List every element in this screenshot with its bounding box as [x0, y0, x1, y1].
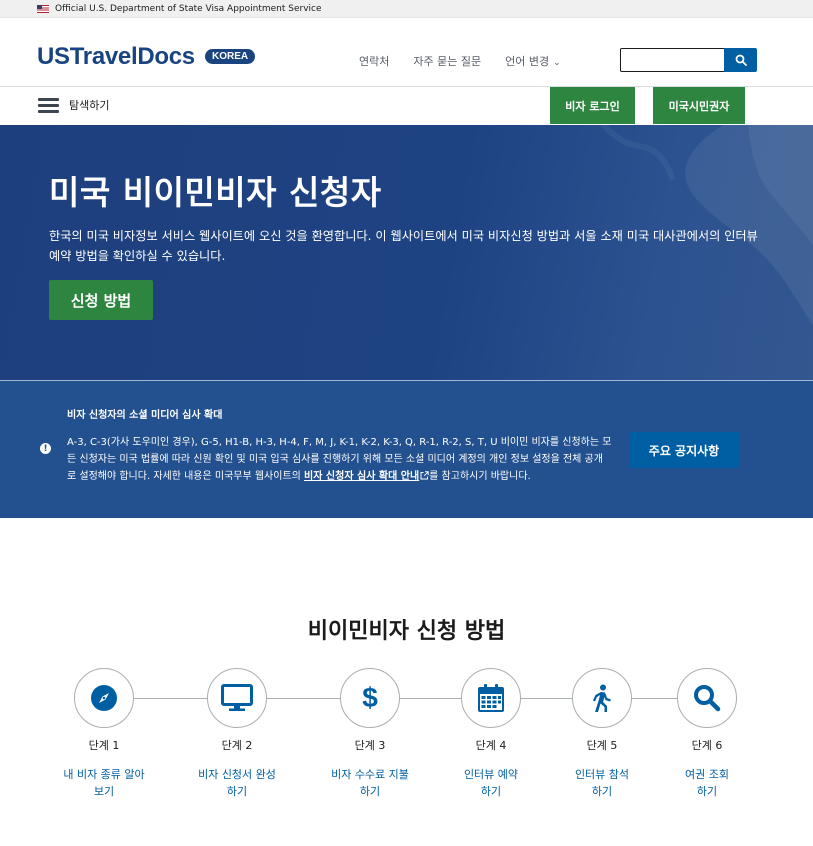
site-header: USTravelDocs KOREA 연락처 자주 묻는 질문 언어 변경 ⌄	[0, 18, 813, 87]
step-5-link[interactable]: 인터뷰 참석하기	[542, 766, 662, 800]
step-5[interactable]: 단계 5 인터뷰 참석하기	[542, 668, 662, 800]
step-5-circle[interactable]	[572, 668, 632, 728]
key-notices-button[interactable]: 주요 공지사항	[629, 432, 739, 468]
alert-info-icon: !	[40, 443, 51, 454]
step-4-circle[interactable]	[461, 668, 521, 728]
alert-body-text-end: 를 참고하시기 바랍니다.	[429, 471, 531, 482]
site-logo[interactable]: USTravelDocs	[37, 43, 195, 71]
step-2-number: 단계 2	[221, 739, 253, 752]
visa-login-button[interactable]: 비자 로그인	[550, 87, 635, 124]
country-badge: KOREA	[205, 49, 256, 64]
step-6-label-line2: 하기	[696, 785, 718, 798]
nav-contact-link[interactable]: 연락처	[359, 53, 389, 69]
hamburger-icon	[38, 97, 59, 113]
steps-section-title: 비이민비자 신청 방법	[307, 619, 506, 644]
step-4[interactable]: 단계 4 인터뷰 예약하기	[431, 668, 551, 800]
magnifier-icon	[694, 685, 721, 712]
alert-body: A-3, C-3(가사 도우미인 경우), G-5, H1-B, H-3, H-…	[67, 434, 612, 485]
step-2-label-line2: 하기	[226, 785, 248, 798]
calendar-icon	[478, 684, 504, 712]
nav-language-dropdown[interactable]: 언어 변경 ⌄	[505, 53, 561, 69]
step-2-link[interactable]: 비자 신청서 완성하기	[177, 766, 297, 800]
external-link-icon	[420, 471, 429, 480]
step-1-label-line1: 내 비자 종류 알아	[63, 768, 145, 781]
dollar-icon: $	[362, 682, 378, 713]
step-2-circle[interactable]	[207, 668, 267, 728]
step-6[interactable]: 단계 6 여권 조회하기	[647, 668, 767, 800]
step-3-label-line2: 하기	[359, 785, 381, 798]
step-3-circle[interactable]: $	[340, 668, 400, 728]
sub-nav: 탐색하기 비자 로그인 미국시민권자	[0, 87, 813, 124]
hero-description: 한국의 미국 비자정보 서비스 웹사이트에 오신 것을 환영합니다. 이 웹사이…	[49, 229, 758, 263]
top-nav: 연락처 자주 묻는 질문 언어 변경 ⌄	[359, 53, 561, 69]
statue-of-liberty-image	[600, 125, 813, 325]
step-2-label-line1: 비자 신청서 완성	[198, 768, 276, 781]
menu-toggle-label: 탐색하기	[69, 99, 110, 112]
step-6-link[interactable]: 여권 조회하기	[647, 766, 767, 800]
alert-banner: ! 비자 신청자의 소셜 미디어 심사 확대 A-3, C-3(가사 도우미인 …	[0, 380, 813, 518]
chevron-down-icon: ⌄	[553, 58, 561, 68]
step-1[interactable]: 단계 1 내 비자 종류 알아보기	[44, 668, 164, 800]
search-input[interactable]	[620, 48, 725, 72]
monitor-icon	[221, 684, 253, 711]
nav-faq-link[interactable]: 자주 묻는 질문	[413, 53, 481, 69]
step-1-circle[interactable]	[74, 668, 134, 728]
search-icon	[735, 54, 747, 66]
step-4-label-line1: 인터뷰 예약	[463, 768, 519, 781]
step-6-circle[interactable]	[677, 668, 737, 728]
nav-language-label: 언어 변경	[505, 55, 550, 68]
hero-title: 미국 비이민비자 신청자	[49, 173, 382, 212]
alert-title: 비자 신청자의 소셜 미디어 심사 확대	[67, 410, 223, 421]
gov-banner: Official U.S. Department of State Visa A…	[0, 0, 813, 18]
step-2[interactable]: 단계 2 비자 신청서 완성하기	[177, 668, 297, 800]
us-citizens-button[interactable]: 미국시민권자	[653, 87, 745, 124]
step-3-link[interactable]: 비자 수수료 지불하기	[310, 766, 430, 800]
step-4-link[interactable]: 인터뷰 예약하기	[431, 766, 551, 800]
step-4-label-line2: 하기	[480, 785, 502, 798]
step-4-number: 단계 4	[475, 739, 507, 752]
how-to-apply-button[interactable]: 신청 방법	[49, 280, 153, 320]
step-3[interactable]: $ 단계 3 비자 수수료 지불하기	[310, 668, 430, 800]
step-3-label-line1: 비자 수수료 지불	[331, 768, 409, 781]
step-1-number: 단계 1	[88, 739, 120, 752]
step-5-label-line2: 하기	[591, 785, 613, 798]
menu-toggle-button[interactable]: 탐색하기	[38, 97, 109, 113]
step-5-number: 단계 5	[586, 739, 618, 752]
search-button[interactable]	[724, 48, 757, 72]
step-1-link[interactable]: 내 비자 종류 알아보기	[44, 766, 164, 800]
step-6-number: 단계 6	[691, 739, 723, 752]
step-5-label-line1: 인터뷰 참석	[574, 768, 630, 781]
compass-icon	[91, 685, 117, 711]
walking-person-icon	[593, 684, 611, 712]
hero-banner: 미국 비이민비자 신청자 한국의 미국 비자정보 서비스 웹사이트에 오신 것을…	[0, 125, 813, 380]
gov-banner-text: Official U.S. Department of State Visa A…	[55, 3, 322, 14]
step-6-label-line1: 여권 조회	[685, 768, 729, 781]
step-1-label-line2: 보기	[93, 785, 115, 798]
step-3-number: 단계 3	[354, 739, 386, 752]
alert-link[interactable]: 비자 신청자 심사 확대 안내	[304, 471, 419, 482]
us-flag-icon	[37, 4, 49, 13]
